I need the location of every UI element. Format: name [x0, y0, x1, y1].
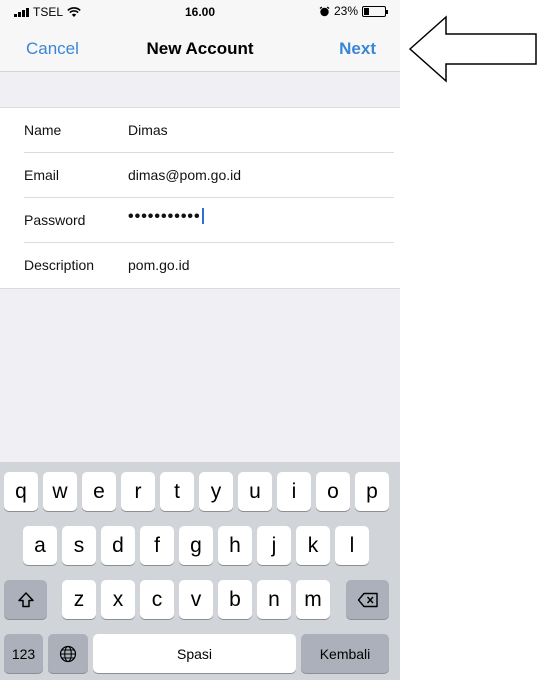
- name-field[interactable]: Dimas: [128, 122, 168, 138]
- password-row[interactable]: Password •••••••••••: [0, 198, 400, 243]
- status-right: 23%: [319, 4, 388, 18]
- name-row[interactable]: Name Dimas: [0, 108, 400, 153]
- battery-level: [364, 7, 369, 15]
- key-u[interactable]: u: [238, 472, 272, 511]
- key-g[interactable]: g: [179, 526, 213, 565]
- password-field[interactable]: •••••••••••: [128, 208, 204, 226]
- key-y[interactable]: y: [199, 472, 233, 511]
- email-field[interactable]: dimas@pom.go.id: [128, 167, 241, 183]
- key-s[interactable]: s: [62, 526, 96, 565]
- return-key[interactable]: Kembali: [301, 634, 389, 673]
- globe-key[interactable]: [48, 634, 88, 673]
- phone-screen: TSEL 16.00 23% Cancel New Account Next N…: [0, 0, 400, 680]
- status-bar: TSEL 16.00 23%: [0, 0, 400, 24]
- key-j[interactable]: j: [257, 526, 291, 565]
- key-e[interactable]: e: [82, 472, 116, 511]
- key-r[interactable]: r: [121, 472, 155, 511]
- key-x[interactable]: x: [101, 580, 135, 619]
- key-n[interactable]: n: [257, 580, 291, 619]
- description-field[interactable]: pom.go.id: [128, 257, 189, 273]
- key-f[interactable]: f: [140, 526, 174, 565]
- password-mask: •••••••••••: [128, 208, 201, 225]
- key-c[interactable]: c: [140, 580, 174, 619]
- delete-key[interactable]: [346, 580, 389, 619]
- battery-icon: [362, 5, 388, 17]
- delete-icon: [357, 592, 378, 607]
- description-label: Description: [24, 257, 95, 273]
- shift-key[interactable]: [4, 580, 47, 619]
- account-form: Name Dimas Email dimas@pom.go.id Passwor…: [0, 107, 400, 289]
- battery-percent: 23%: [333, 4, 358, 18]
- key-i[interactable]: i: [277, 472, 311, 511]
- space-key[interactable]: Spasi: [93, 634, 296, 673]
- password-label: Password: [24, 212, 86, 228]
- key-w[interactable]: w: [43, 472, 77, 511]
- description-row[interactable]: Description pom.go.id: [0, 243, 400, 288]
- globe-icon: [59, 645, 77, 662]
- left-arrow-icon: [408, 15, 537, 83]
- key-l[interactable]: l: [335, 526, 369, 565]
- email-row[interactable]: Email dimas@pom.go.id: [0, 153, 400, 198]
- key-h[interactable]: h: [218, 526, 252, 565]
- keyboard: q w e r t y u i o p a s d f g h j k l z …: [0, 462, 400, 680]
- key-a[interactable]: a: [23, 526, 57, 565]
- numbers-key[interactable]: 123: [4, 634, 43, 673]
- email-label: Email: [24, 167, 60, 183]
- key-o[interactable]: o: [316, 472, 350, 511]
- shift-icon: [17, 591, 34, 607]
- key-m[interactable]: m: [296, 580, 330, 619]
- key-k[interactable]: k: [296, 526, 330, 565]
- key-v[interactable]: v: [179, 580, 213, 619]
- text-cursor: [201, 208, 204, 224]
- alarm-icon: [319, 5, 330, 16]
- key-p[interactable]: p: [355, 472, 389, 511]
- navigation-bar: Cancel New Account Next: [0, 24, 400, 72]
- key-z[interactable]: z: [62, 580, 96, 619]
- next-button[interactable]: Next: [339, 39, 376, 59]
- key-d[interactable]: d: [101, 526, 135, 565]
- key-b[interactable]: b: [218, 580, 252, 619]
- key-t[interactable]: t: [160, 472, 194, 511]
- name-label: Name: [24, 122, 62, 138]
- key-q[interactable]: q: [4, 472, 38, 511]
